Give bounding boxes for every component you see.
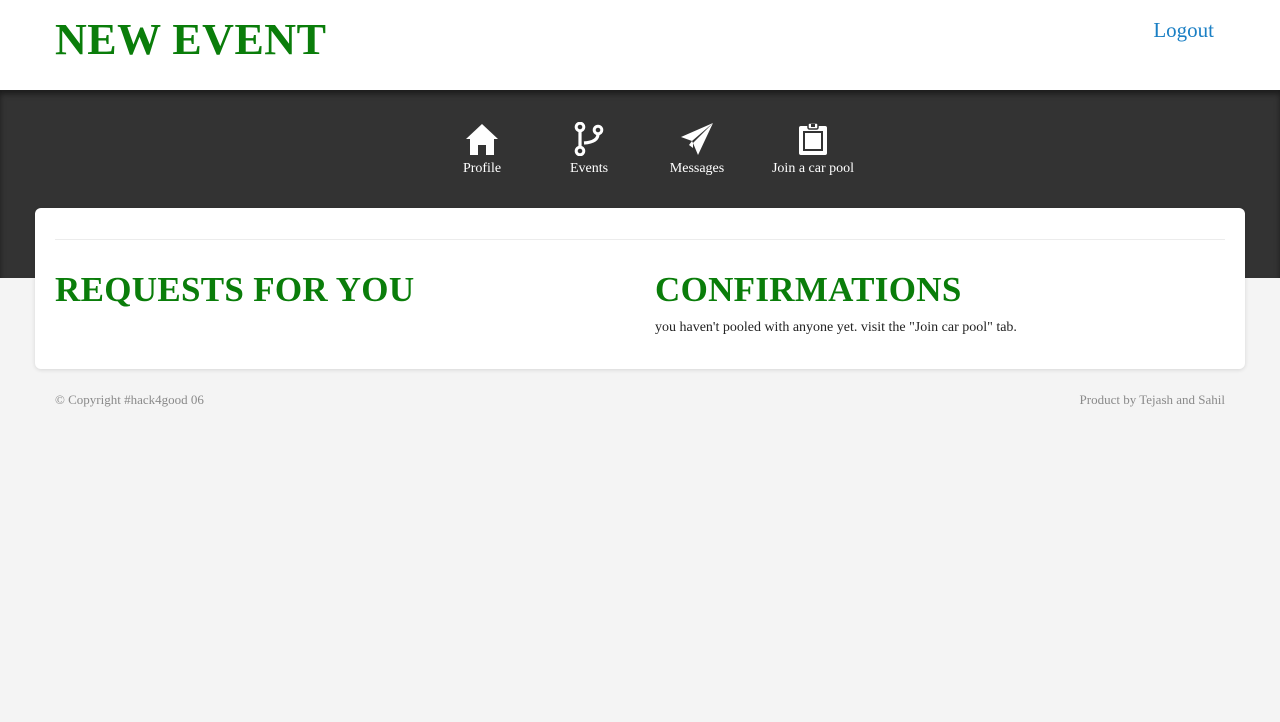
nav-item-label: Profile: [462, 161, 502, 176]
card-divider: [55, 239, 1225, 240]
nav-item-label: Messages: [669, 161, 725, 176]
nav-item-profile[interactable]: Profile: [427, 122, 537, 177]
page-title: NEW EVENT: [55, 15, 327, 64]
home-icon: [466, 124, 498, 155]
nav-item-messages[interactable]: Messages: [642, 122, 752, 177]
logout-link[interactable]: Logout: [1153, 18, 1214, 43]
requests-title: REQUESTS FOR YOU: [55, 270, 415, 309]
nav-item-label: Join a car pool: [771, 161, 855, 176]
paper-plane-icon: [681, 123, 713, 155]
nav-item-events[interactable]: Events: [534, 122, 644, 177]
branch-icon: [574, 122, 604, 156]
nav-item-label: Events: [569, 161, 609, 176]
confirmations-title: CONFIRMATIONS: [655, 270, 962, 309]
clipboard-icon: [799, 122, 827, 155]
nav-item-join-car-pool[interactable]: Join a car pool: [758, 122, 868, 177]
main-card: REQUESTS FOR YOU CONFIRMATIONS you haven…: [35, 208, 1245, 369]
footer-credit: Product by Tejash and Sahil: [1079, 392, 1225, 407]
confirmations-empty-text: you haven't pooled with anyone yet. visi…: [655, 320, 1017, 335]
main-nav: Profile Events Messages Join a car pool: [0, 122, 1280, 186]
footer-copyright: © Copyright #hack4good 06: [55, 392, 204, 407]
top-header: NEW EVENT Logout: [0, 0, 1280, 90]
